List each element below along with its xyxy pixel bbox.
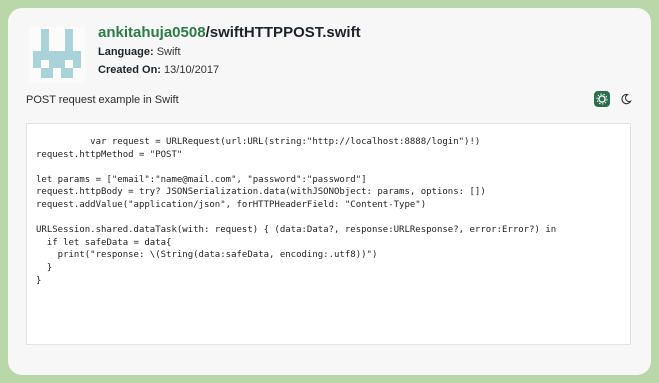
code-line: var request = URLRequest(url:URL(string:…	[36, 137, 481, 147]
language-row: Language: Swift	[98, 46, 181, 58]
avatar	[29, 27, 85, 83]
language-label: Language:	[98, 46, 154, 58]
code-line: if let safeData = data{	[36, 237, 172, 248]
code-line: }	[36, 275, 42, 286]
gist-card: ankitahuja0508/swiftHTTPPOST.swift Langu…	[8, 8, 651, 375]
code-line: request.addValue("application/json", for…	[36, 199, 427, 210]
code-line: request.httpBody = try? JSONSerializatio…	[36, 187, 486, 198]
moon-icon	[621, 93, 632, 105]
code-line: let params = ["email":"name@mail.com", "…	[36, 174, 367, 185]
code-line: }	[36, 262, 53, 273]
language-value: Swift	[156, 46, 181, 58]
code-line: request.httpMethod = "POST"	[36, 149, 183, 160]
created-label: Created On:	[98, 64, 161, 76]
identicon-avatar-icon	[29, 27, 85, 83]
theme-toolbar	[594, 91, 633, 107]
gist-username-link[interactable]: ankitahuja0508	[98, 24, 206, 41]
code-line: URLSession.shared.dataTask(with: request…	[36, 225, 557, 236]
light-theme-button[interactable]	[594, 91, 610, 107]
gist-title[interactable]: ankitahuja0508/swiftHTTPPOST.swift	[98, 24, 361, 41]
sun-icon	[596, 93, 608, 105]
dark-theme-button[interactable]	[619, 92, 633, 106]
gist-description: POST request example in Swift	[26, 94, 179, 106]
created-value: 13/10/2017	[164, 64, 220, 76]
code-block: var request = URLRequest(url:URL(string:…	[26, 123, 631, 345]
created-row: Created On: 13/10/2017	[98, 64, 219, 76]
gist-filename[interactable]: swiftHTTPPOST.swift	[210, 24, 361, 41]
code-content: var request = URLRequest(url:URL(string:…	[36, 136, 556, 287]
code-line: print("response: \(String(data:safeData,…	[36, 250, 378, 261]
